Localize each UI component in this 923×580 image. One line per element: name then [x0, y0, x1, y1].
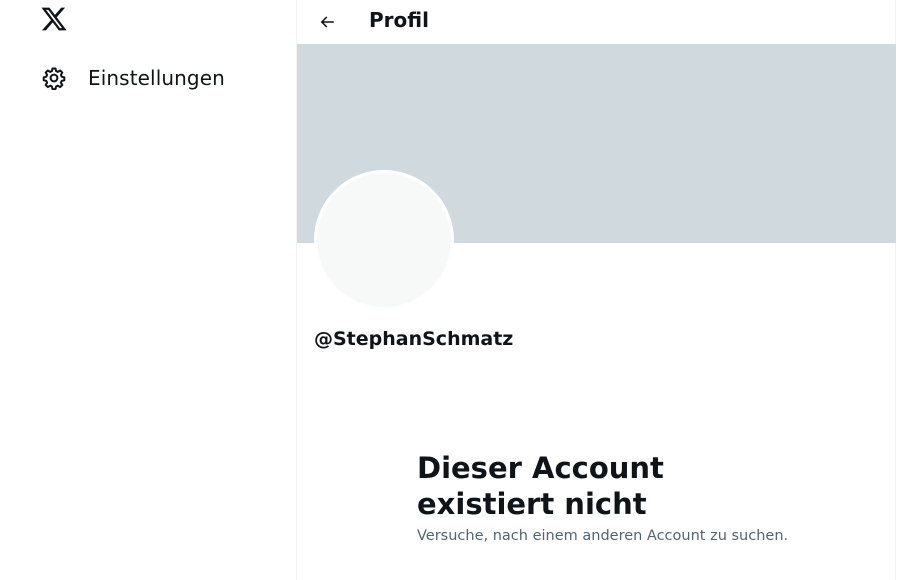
empty-state-subtitle: Versuche, nach einem anderen Account zu … [417, 528, 789, 544]
back-button[interactable] [309, 4, 345, 40]
empty-state: Dieser Account existiert nicht Versuche,… [417, 450, 797, 544]
profile-column: Profil @StephanSchmatz Dieser Account ex… [296, 0, 896, 580]
empty-state-title: Dieser Account existiert nicht [417, 450, 797, 522]
gear-icon [42, 66, 66, 90]
sidebar-item-label: Einstellungen [88, 66, 225, 90]
app-window: Einstellungen Profil @StephanSchmatz Die… [0, 0, 923, 580]
empty-state-title-line1: Dieser Account [417, 451, 664, 485]
top-bar: Profil [297, 0, 896, 44]
x-logo-icon[interactable] [40, 5, 70, 33]
page-title: Profil [369, 8, 429, 32]
arrow-left-icon [318, 13, 336, 31]
profile-handle: @StephanSchmatz [314, 328, 514, 350]
sidebar-item-settings[interactable]: Einstellungen [30, 56, 237, 100]
empty-state-title-line2: existiert nicht [417, 487, 647, 521]
avatar [314, 170, 454, 310]
sidebar: Einstellungen [0, 0, 296, 580]
